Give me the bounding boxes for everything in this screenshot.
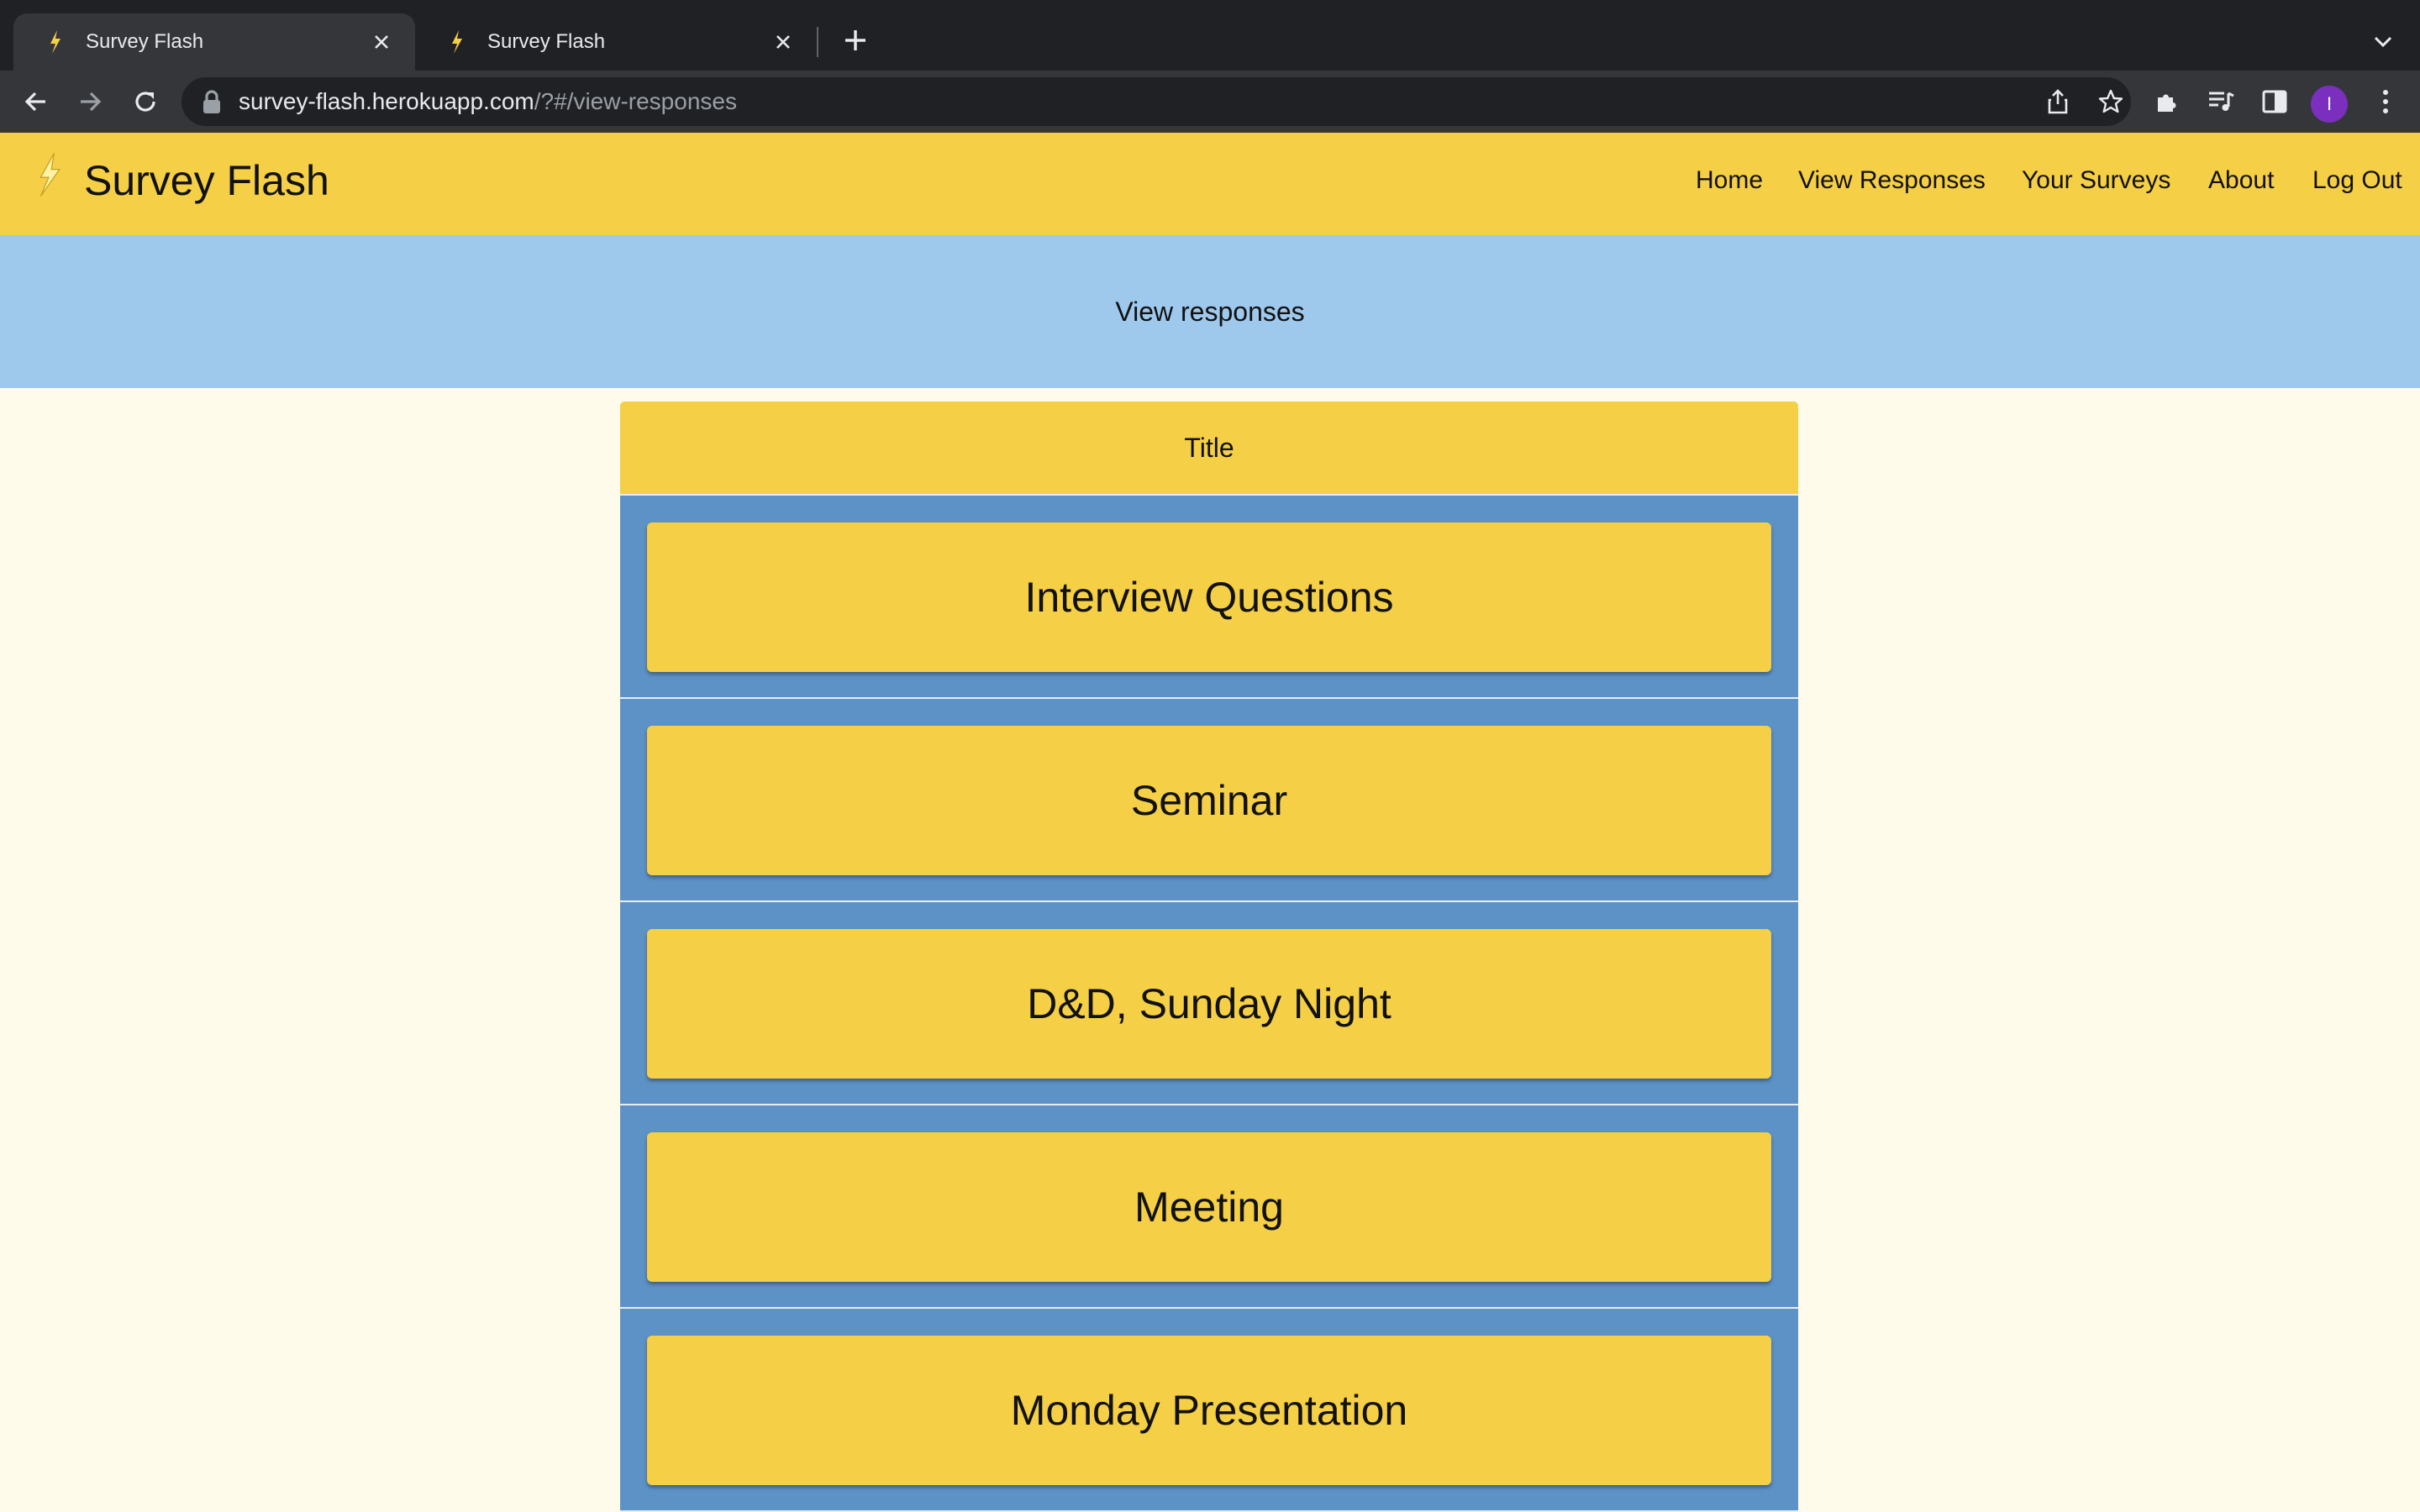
forward-arrow-icon[interactable] [71,82,109,121]
lock-icon[interactable] [202,90,222,113]
new-tab-plus-icon[interactable] [839,24,872,57]
nav-view-responses[interactable]: View Responses [1798,166,1986,195]
list-item: Monday Presentation [620,1309,1798,1512]
tab-title: Survey Flash [487,30,606,53]
survey-card-button[interactable]: Interview Questions [647,522,1771,672]
back-arrow-icon[interactable] [17,82,55,121]
nav-about[interactable]: About [2208,166,2274,195]
side-panel-icon[interactable] [2255,82,2294,121]
list-item: Meeting [620,1105,1798,1309]
panel-header: Title [620,402,1798,496]
tab-title: Survey Flash [86,30,204,53]
extensions-puzzle-icon[interactable] [2148,82,2186,121]
tab-search-chevron-icon[interactable] [2366,25,2400,59]
survey-card-button[interactable]: Seminar [647,726,1771,875]
page-title: View responses [1115,296,1305,327]
site-header: Survey Flash Home View Responses Your Su… [0,133,2420,235]
browser-tab-active[interactable]: Survey Flash [13,13,415,71]
list-item: Seminar [620,699,1798,902]
list-item: D&D, Sunday Night [620,902,1798,1105]
panel-header-label: Title [1184,432,1234,463]
page-banner: View responses [0,235,2420,388]
responses-panel: Title Interview Questions Seminar D&D, S… [620,402,1798,1512]
nav-your-surveys[interactable]: Your Surveys [2022,166,2170,195]
url-host: survey-flash.herokuapp.com [239,88,534,114]
tab-close-icon[interactable] [368,29,395,55]
tab-divider [817,27,818,57]
address-bar[interactable]: survey-flash.herokuapp.com/?#/view-respo… [182,77,2131,126]
survey-card-button[interactable]: Meeting [647,1132,1771,1282]
bolt-logo-icon [39,153,61,197]
media-queue-icon[interactable] [2202,82,2240,121]
share-icon[interactable] [2039,82,2077,121]
browser-tab[interactable]: Survey Flash [415,13,817,71]
profile-avatar[interactable]: I [2311,86,2348,123]
url-path: /?#/view-responses [534,88,737,114]
bookmark-star-icon[interactable] [2091,82,2130,121]
site-brand[interactable]: Survey Flash [84,156,329,205]
bolt-favicon-icon [452,30,462,54]
reload-icon[interactable] [126,82,165,121]
nav-home[interactable]: Home [1696,166,1763,195]
bolt-favicon-icon [50,30,60,54]
list-item: Interview Questions [620,496,1798,699]
tab-close-icon[interactable] [770,29,797,55]
more-menu-icon[interactable] [2366,82,2405,121]
survey-card-button[interactable]: Monday Presentation [647,1336,1771,1485]
browser-toolbar: survey-flash.herokuapp.com/?#/view-respo… [0,71,2420,133]
browser-tab-strip: Survey Flash Survey Flash [0,0,2420,71]
survey-card-button[interactable]: D&D, Sunday Night [647,929,1771,1079]
nav-log-out[interactable]: Log Out [2312,166,2402,195]
